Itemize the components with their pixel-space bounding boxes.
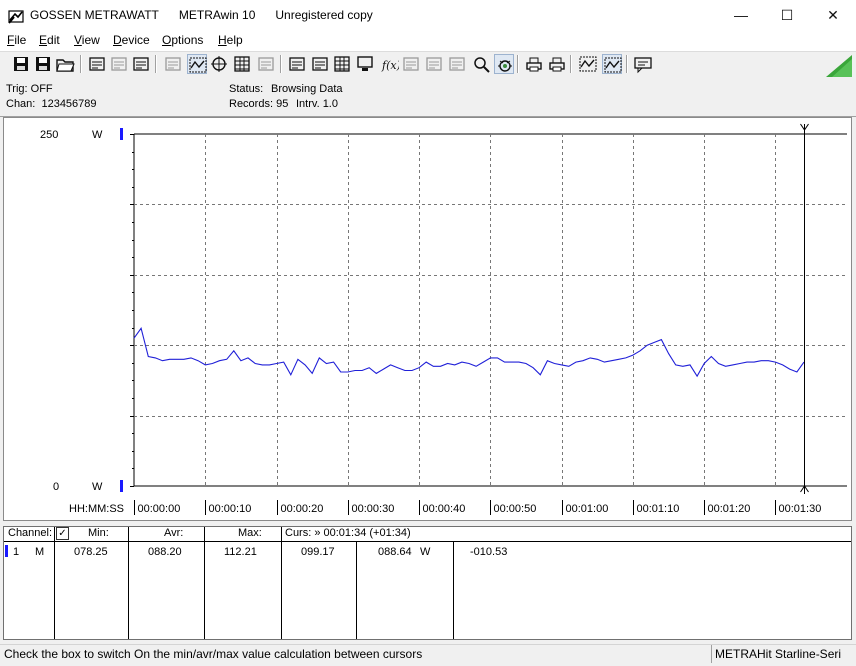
status-hint: Check the box to switch On the min/avr/m…	[4, 647, 423, 661]
max-header: Max:	[238, 527, 262, 539]
y-scale-marker	[120, 128, 123, 140]
channel-statistics-table	[3, 526, 852, 640]
min-header: Min:	[88, 527, 109, 539]
cursor1-value: 099.17	[301, 546, 335, 558]
cursor-unit: W	[420, 546, 431, 558]
cursor2-value: 088.64	[378, 546, 412, 558]
y-unit-label: W	[92, 481, 103, 493]
minmax-toggle-checkbox[interactable]: ✓	[56, 527, 69, 540]
column-divider	[356, 542, 357, 639]
channel-header: Channel:	[8, 527, 53, 539]
table-header-divider	[4, 541, 851, 542]
y-tick-label: 0	[53, 481, 59, 493]
column-divider	[204, 527, 205, 639]
column-divider	[453, 542, 454, 639]
column-divider	[128, 527, 129, 639]
cursor-delta-value: -010.53	[470, 546, 508, 558]
x-axis-label: HH:MM:SS	[69, 503, 124, 515]
column-divider	[281, 527, 282, 639]
x-tick-label: 00:00:30	[352, 503, 395, 515]
x-tick-label: 00:00:20	[281, 503, 324, 515]
y-tick-label: 250	[40, 129, 58, 141]
status-divider	[711, 645, 712, 663]
x-tick-label: 00:00:40	[423, 503, 466, 515]
x-tick-label: 00:01:20	[708, 503, 751, 515]
x-tick-label: 00:00:00	[138, 503, 181, 515]
channel-color-marker	[5, 545, 8, 557]
device-name: METRAHit Starline-Seri	[715, 647, 842, 661]
x-tick-label: 00:00:10	[209, 503, 252, 515]
x-tick-label: 00:01:00	[566, 503, 609, 515]
avr-value: 088.20	[148, 546, 182, 558]
x-tick-label: 00:00:50	[494, 503, 537, 515]
series-line-channel-1	[133, 327, 805, 378]
channel-mode: M	[35, 546, 45, 558]
cursor-header: Curs: » 00:01:34 (+01:34)	[285, 527, 411, 539]
min-value: 078.25	[74, 546, 108, 558]
channel-number: 1	[13, 546, 20, 558]
avr-header: Avr:	[164, 527, 184, 539]
x-tick-label: 00:01:10	[637, 503, 680, 515]
y-unit-label: W	[92, 129, 103, 141]
x-tick-label: 00:01:30	[779, 503, 822, 515]
max-value: 112.21	[224, 546, 257, 558]
column-divider	[54, 527, 55, 639]
y-scale-marker	[120, 480, 123, 492]
